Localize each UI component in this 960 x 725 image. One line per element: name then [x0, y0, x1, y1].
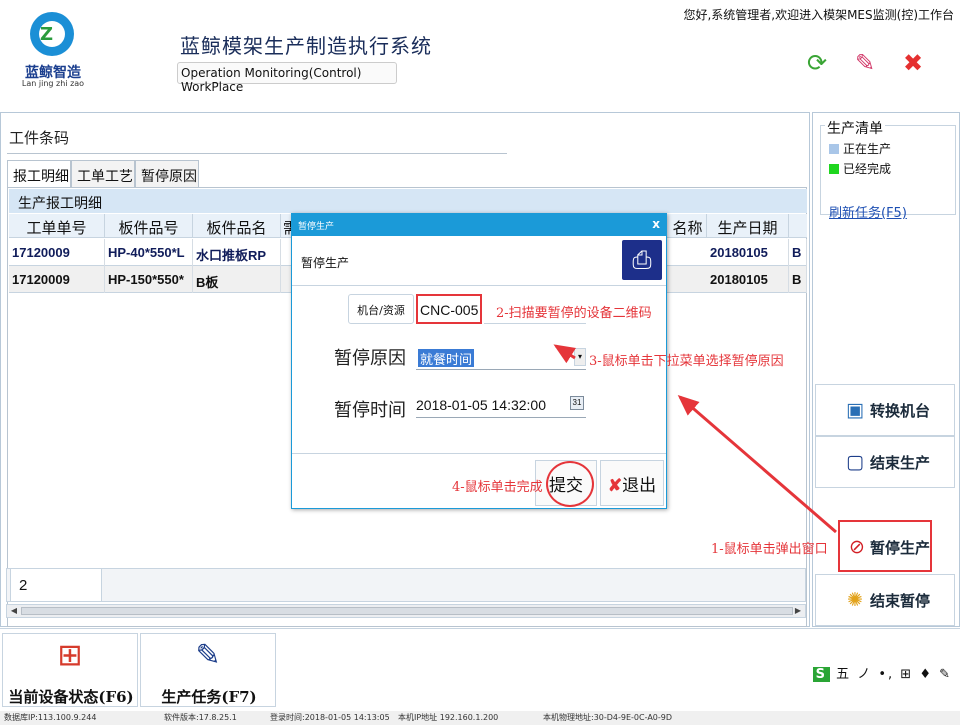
annotation-arrow-3: [553, 344, 577, 364]
annotation-arrows: [553, 344, 837, 534]
logo-letter: Z: [40, 24, 54, 45]
annotation-arrow-1: [677, 395, 837, 534]
